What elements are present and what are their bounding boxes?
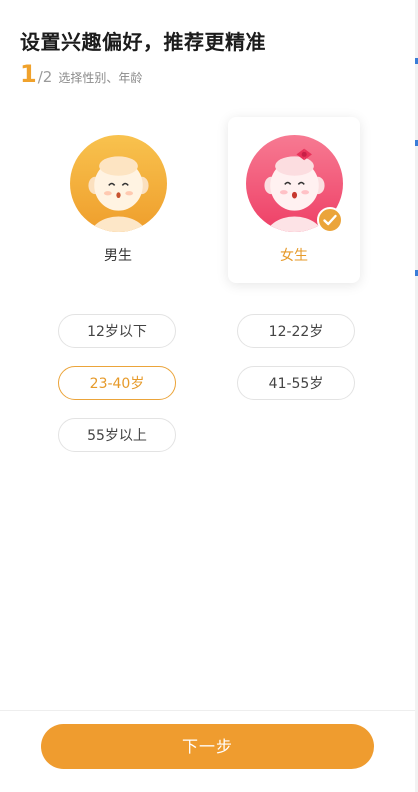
age-option-23-40[interactable]: 23-40岁 [58, 366, 176, 400]
gender-option-female[interactable]: 女生 [228, 117, 360, 283]
step-description: 选择性别、年龄 [58, 71, 143, 85]
footer-divider [0, 710, 415, 711]
step-current: 1 [20, 60, 37, 88]
age-option-under-12[interactable]: 12岁以下 [58, 314, 176, 348]
check-circle-icon [317, 207, 343, 233]
gender-label-male: 男生 [104, 248, 132, 264]
page-title: 设置兴趣偏好，推荐更精准 [20, 30, 266, 54]
age-option-12-22[interactable]: 12-22岁 [237, 314, 355, 348]
preference-setup-screen: 设置兴趣偏好，推荐更精准 1/2 选择性别、年龄 男生 女生 12岁以下 12-… [0, 0, 418, 792]
step-indicator: 1/2 选择性别、年龄 [20, 60, 142, 90]
step-total: /2 [37, 68, 53, 86]
gender-option-male[interactable]: 男生 [52, 117, 184, 283]
gender-label-female: 女生 [280, 248, 308, 264]
next-step-button[interactable]: 下一步 [41, 724, 374, 769]
age-option-over-55[interactable]: 55岁以上 [58, 418, 176, 452]
male-monkey-avatar-icon [70, 135, 167, 232]
age-option-41-55[interactable]: 41-55岁 [237, 366, 355, 400]
